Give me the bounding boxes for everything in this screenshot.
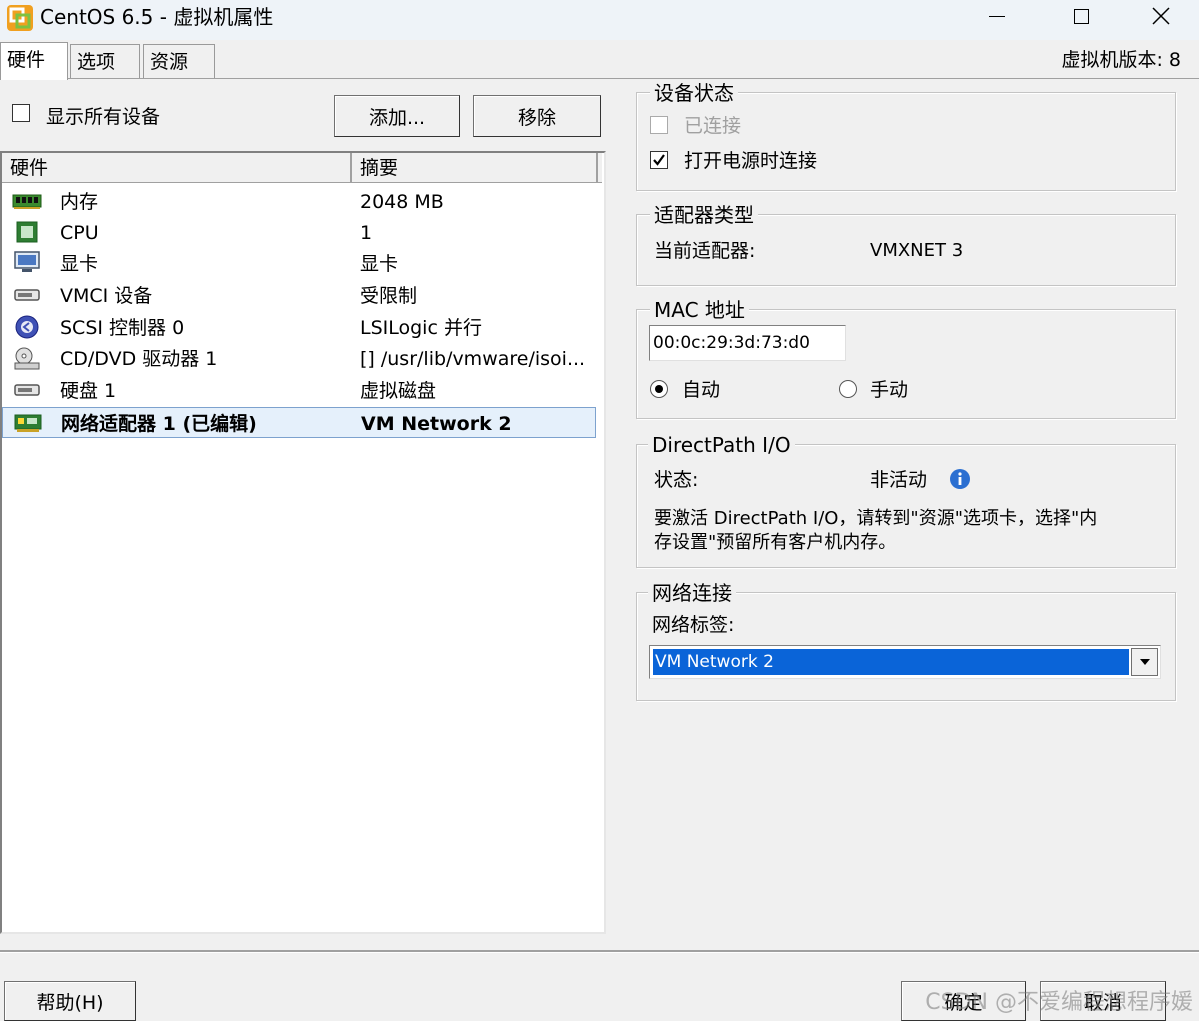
chevron-down-icon — [1139, 659, 1150, 665]
scsi-controller-icon — [12, 315, 42, 339]
tab-resources[interactable]: 资源 — [143, 44, 215, 78]
help-button-label: 帮助(H) — [36, 991, 104, 1014]
mac-manual-radio[interactable] — [839, 380, 857, 398]
close-button[interactable] — [1126, 0, 1196, 32]
row-summary: LSILogic 并行 — [360, 317, 482, 339]
cpu-icon — [12, 220, 42, 244]
window-title: CentOS 6.5 - 虚拟机属性 — [40, 5, 274, 29]
dropdown-button[interactable] — [1131, 648, 1158, 676]
vm-version: 虚拟机版本: 8 — [1061, 49, 1181, 71]
connect-at-power-on-checkbox[interactable] — [650, 151, 668, 169]
info-icon[interactable] — [948, 467, 972, 496]
adapter-type-legend: 适配器类型 — [650, 202, 758, 228]
table-row[interactable]: SCSI 控制器 0 LSILogic 并行 — [2, 312, 596, 343]
table-row[interactable]: CPU 1 — [2, 217, 596, 248]
mac-manual-label: 手动 — [870, 379, 909, 401]
tab-hardware[interactable]: 硬件 — [0, 42, 68, 80]
table-row[interactable]: VMCI 设备 受限制 — [2, 280, 596, 311]
mac-address-value: 00:0c:29:3d:73:d0 — [653, 333, 810, 353]
show-all-devices-checkbox[interactable] — [12, 104, 30, 122]
current-adapter-value: VMXNET 3 — [870, 240, 964, 261]
watermark: CSDN @不爱编程想程序媛 — [925, 990, 1193, 1015]
remove-button-label: 移除 — [517, 106, 556, 129]
mac-auto-radio[interactable] — [650, 380, 668, 398]
maximize-button[interactable] — [1046, 0, 1116, 32]
row-name: VMCI 设备 — [60, 285, 153, 307]
device-status-legend: 设备状态 — [650, 80, 738, 106]
column-header-hardware[interactable]: 硬件 — [2, 153, 352, 183]
directpath-status-label: 状态: — [654, 469, 699, 491]
network-connection-legend: 网络连接 — [648, 580, 736, 606]
remove-button[interactable]: 移除 — [473, 95, 601, 137]
add-button[interactable]: 添加... — [334, 95, 460, 137]
directpath-note-line-2: 存设置"预留所有客户机内存。 — [654, 532, 897, 553]
row-name: SCSI 控制器 0 — [60, 317, 185, 339]
current-adapter-label: 当前适配器: — [654, 240, 756, 262]
minimize-icon — [989, 15, 1005, 17]
directpath-note-line-1: 要激活 DirectPath I/O，请转到"资源"选项卡，选择"内 — [654, 508, 1098, 529]
hardware-list-header: 硬件 摘要 — [2, 153, 602, 183]
row-summary: 显卡 — [360, 253, 399, 275]
directpath-status-value: 非活动 — [870, 469, 928, 491]
vsphere-icon — [6, 4, 34, 32]
tab-hardware-label: 硬件 — [7, 49, 46, 71]
maximize-icon — [1073, 8, 1089, 24]
row-summary: 2048 MB — [360, 191, 444, 213]
add-button-label: 添加... — [368, 106, 426, 129]
directpath-legend: DirectPath I/O — [648, 432, 795, 458]
network-adapter-icon — [13, 411, 43, 435]
checkmark-icon — [653, 154, 665, 166]
row-name: CD/DVD 驱动器 1 — [60, 348, 218, 370]
table-row[interactable]: 硬盘 1 虚拟磁盘 — [2, 375, 596, 406]
close-icon — [1152, 7, 1170, 25]
connect-at-power-on-label: 打开电源时连接 — [684, 150, 818, 172]
mac-auto-label: 自动 — [682, 379, 721, 401]
tab-options-label: 选项 — [77, 51, 116, 73]
mac-address-field[interactable]: 00:0c:29:3d:73:d0 — [649, 325, 846, 361]
connected-label: 已连接 — [684, 115, 742, 137]
table-row[interactable]: CD/DVD 驱动器 1 [] /usr/lib/vmware/isoi... — [2, 343, 596, 374]
row-name: CPU — [60, 222, 99, 244]
column-header-hardware-label: 硬件 — [10, 157, 49, 179]
row-summary: 虚拟磁盘 — [360, 380, 437, 402]
help-button[interactable]: 帮助(H) — [4, 981, 136, 1021]
network-label-caption: 网络标签: — [652, 614, 735, 636]
display-icon — [12, 251, 42, 275]
table-row[interactable]: 内存 2048 MB — [2, 186, 596, 217]
column-header-summary[interactable]: 摘要 — [352, 153, 598, 183]
row-summary: 受限制 — [360, 285, 418, 307]
table-row-selected[interactable]: 网络适配器 1 (已编辑) VM Network 2 — [2, 407, 596, 438]
device-status-group — [636, 92, 1176, 191]
row-name: 内存 — [60, 191, 99, 213]
footer-divider — [0, 950, 1199, 953]
mac-address-legend: MAC 地址 — [650, 297, 749, 323]
show-all-devices-label: 显示所有设备 — [46, 106, 161, 128]
hard-disk-icon — [12, 378, 42, 402]
row-name: 网络适配器 1 (已编辑) — [61, 413, 257, 435]
tab-options[interactable]: 选项 — [70, 44, 140, 78]
connected-checkbox[interactable] — [650, 116, 668, 134]
row-summary: 1 — [360, 222, 373, 244]
network-label-select[interactable]: VM Network 2 — [649, 645, 1161, 679]
row-name: 显卡 — [60, 253, 99, 275]
column-header-summary-label: 摘要 — [360, 157, 399, 179]
minimize-button[interactable] — [962, 0, 1032, 32]
tab-resources-label: 资源 — [150, 51, 189, 73]
memory-icon — [12, 189, 42, 213]
vmci-icon — [12, 283, 42, 307]
network-label-selected-value: VM Network 2 — [653, 649, 1129, 675]
row-name: 硬盘 1 — [60, 380, 117, 402]
row-summary: [] /usr/lib/vmware/isoi... — [360, 348, 586, 370]
cd-dvd-icon — [12, 346, 42, 370]
tab-strip-divider — [0, 78, 1199, 79]
row-summary: VM Network 2 — [361, 413, 512, 435]
table-row[interactable]: 显卡 显卡 — [2, 248, 596, 279]
